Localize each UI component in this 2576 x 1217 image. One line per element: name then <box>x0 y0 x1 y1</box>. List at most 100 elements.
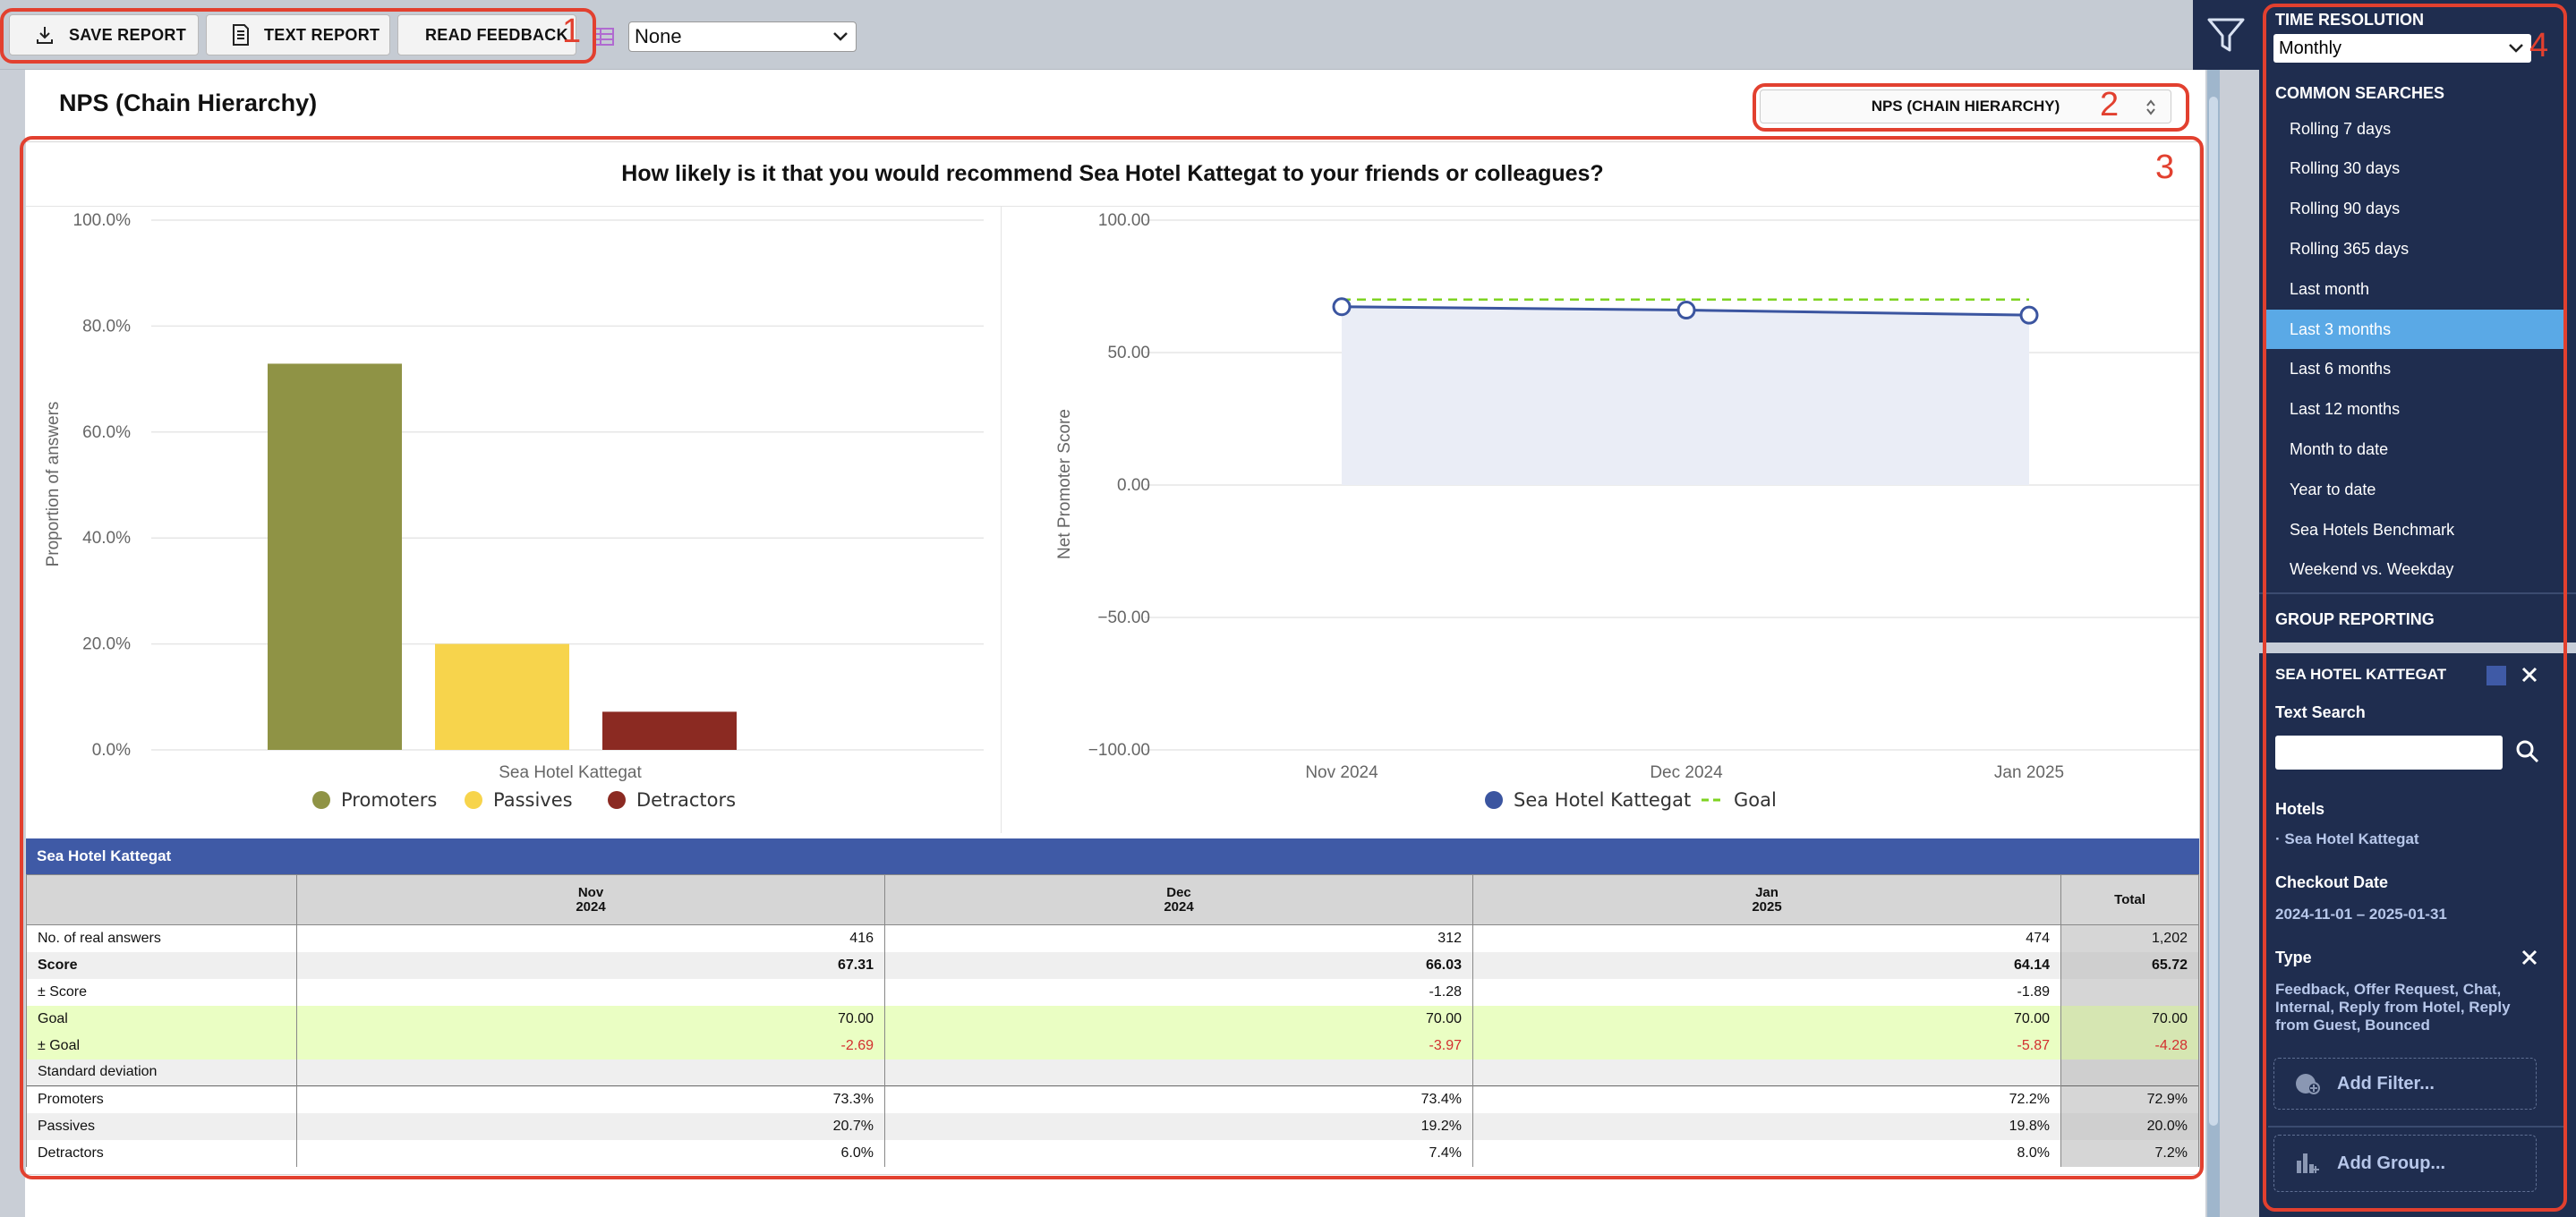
close-icon[interactable] <box>2521 666 2538 684</box>
table-row: Score 67.31 66.03 64.14 65.72 <box>26 951 2199 979</box>
table-cell: -1.28 <box>884 978 1473 1006</box>
legend-label-detractors[interactable]: Detractors <box>636 789 736 811</box>
table-cell: 6.0% <box>296 1139 885 1167</box>
annotation-number-1: 1 <box>562 13 582 50</box>
legend-marker-passives <box>465 791 482 809</box>
question-title: How likely is it that you would recommen… <box>26 142 2199 207</box>
annotation-number-2: 2 <box>2100 86 2120 123</box>
table-cell: 66.03 <box>884 951 1473 979</box>
text-report-button[interactable]: TEXT REPORT <box>206 14 390 55</box>
time-resolution-heading: TIME RESOLUTION <box>2275 11 2424 29</box>
header-col-dec: Dec 2024 <box>884 874 1473 925</box>
total-cell: -4.28 <box>2060 1032 2199 1060</box>
nps-panel: How likely is it that you would recommen… <box>25 141 2200 1175</box>
legend-label-promoters[interactable]: Promoters <box>341 789 437 811</box>
group-color-swatch[interactable] <box>2486 666 2506 685</box>
row-label: Detractors <box>26 1139 297 1167</box>
x-tick-label: Dec 2024 <box>1650 763 1723 782</box>
table-cell <box>296 1059 885 1086</box>
table-cell: 8.0% <box>1472 1139 2061 1167</box>
bar-passives <box>435 643 569 750</box>
data-point[interactable] <box>1676 301 1696 320</box>
data-point[interactable] <box>2019 305 2039 325</box>
legend-label-sea-hotel-kattegat[interactable]: Sea Hotel Kattegat <box>1514 789 1691 811</box>
table-row: ± Goal -2.69 -3.97 -5.87 -4.28 <box>26 1032 2199 1060</box>
table-cell: 19.2% <box>884 1112 1473 1140</box>
y-tick-label: −50.00 <box>1097 608 1150 627</box>
hotels-value[interactable]: · Sea Hotel Kattegat <box>2275 830 2419 848</box>
time-resolution-value: Monthly <box>2279 38 2342 58</box>
table-cell: 73.4% <box>884 1085 1473 1113</box>
header-col-nov: Nov 2024 <box>296 874 885 925</box>
resize-handle[interactable] <box>2259 643 2576 653</box>
header-label-cell <box>26 874 297 925</box>
row-label: No. of real answers <box>26 924 297 952</box>
document-icon <box>233 24 249 46</box>
divider <box>2259 592 2576 594</box>
data-table: Nov 2024 Dec 2024 Jan 2025 Total No. of rea… <box>26 874 2199 1167</box>
total-cell: 7.2% <box>2060 1139 2199 1167</box>
data-point[interactable] <box>1332 297 1352 317</box>
type-value-line-3[interactable]: from Guest, Bounced <box>2275 1017 2430 1034</box>
common-search-item[interactable]: Year to date <box>2265 470 2565 509</box>
filter-toggle[interactable] <box>2193 0 2259 70</box>
table-cell: 70.00 <box>884 1005 1473 1033</box>
common-search-item[interactable]: Month to date <box>2265 430 2565 469</box>
legend-label-passives[interactable]: Passives <box>493 789 573 811</box>
color-scheme-icon <box>594 28 614 46</box>
filter-sidebar: TIME RESOLUTION Monthly COMMON SEARCHES … <box>2259 0 2576 1217</box>
type-value-line-1[interactable]: Feedback, Offer Request, Chat, <box>2275 981 2501 999</box>
read-feedback-button[interactable]: READ FEEDBACK <box>397 14 576 55</box>
table-cell <box>1472 1059 2061 1086</box>
add-filter-button[interactable]: Add Filter... <box>2273 1058 2537 1110</box>
common-search-item[interactable]: Last month <box>2265 269 2565 309</box>
view-select-value: NPS (CHAIN HIERARCHY) <box>1871 98 2060 115</box>
y-tick-label: 100.00 <box>1098 211 1150 230</box>
bar-chart: 100.0% 80.0% 60.0% 40.0% 20.0% 0.0% Proportio… <box>44 207 1002 833</box>
table-cell: 70.00 <box>296 1005 885 1033</box>
chevron-down-icon <box>833 32 848 41</box>
common-search-item[interactable]: Last 12 months <box>2265 390 2565 430</box>
table-row: Promoters 73.3% 73.4% 72.2% 72.9% <box>26 1085 2199 1113</box>
time-resolution-select[interactable]: Monthly <box>2273 34 2531 63</box>
main-scrollbar[interactable] <box>2207 70 2220 1217</box>
common-search-item[interactable]: Rolling 365 days <box>2265 229 2565 268</box>
table-cell: -1.89 <box>1472 978 2061 1006</box>
y-tick-label: 60.0% <box>82 423 131 442</box>
text-search-input[interactable] <box>2275 736 2503 770</box>
checkout-date-value[interactable]: 2024-11-01 – 2025-01-31 <box>2275 906 2447 923</box>
common-search-item[interactable]: Weekend vs. Weekday <box>2265 550 2565 590</box>
table-cell: 64.14 <box>1472 951 2061 979</box>
line-y-axis-label: Net Promoter Score <box>1055 409 1074 559</box>
common-search-item[interactable]: Rolling 30 days <box>2265 149 2565 189</box>
checkout-date-label: Checkout Date <box>2275 873 2389 891</box>
total-cell: 20.0% <box>2060 1112 2199 1140</box>
color-scheme-select[interactable]: None <box>628 21 857 52</box>
legend-label-goal[interactable]: Goal <box>1734 789 1777 811</box>
common-search-item[interactable]: Last 3 months <box>2265 310 2565 349</box>
row-label: Goal <box>26 1005 297 1033</box>
common-search-item[interactable]: Sea Hotels Benchmark <box>2265 510 2565 549</box>
filter-icon <box>2207 18 2245 52</box>
table-cell: 72.2% <box>1472 1085 2061 1113</box>
table-cell: -5.87 <box>1472 1032 2061 1060</box>
common-searches-heading: COMMON SEARCHES <box>2275 84 2445 102</box>
row-label: Passives <box>26 1112 297 1140</box>
common-search-item[interactable]: Rolling 90 days <box>2265 190 2565 229</box>
add-group-button[interactable]: Add Group... <box>2273 1135 2537 1192</box>
series-area <box>1342 306 2029 485</box>
download-icon <box>37 27 53 44</box>
total-cell: 70.00 <box>2060 1005 2199 1033</box>
y-tick-label: 0.0% <box>92 741 131 760</box>
annotation-number-3: 3 <box>2155 149 2175 186</box>
common-search-item[interactable]: Last 6 months <box>2265 350 2565 389</box>
type-value-line-2[interactable]: Internal, Reply from Hotel, Reply <box>2275 999 2511 1017</box>
scrollbar-thumb[interactable] <box>2209 97 2218 1126</box>
x-tick-label: Nov 2024 <box>1305 763 1378 782</box>
close-icon[interactable] <box>2521 949 2538 966</box>
group-name: SEA HOTEL KATTEGAT <box>2275 666 2447 683</box>
search-icon[interactable] <box>2515 739 2540 764</box>
common-search-item[interactable]: Rolling 7 days <box>2265 109 2565 149</box>
save-report-button[interactable]: SAVE REPORT <box>9 14 199 55</box>
y-tick-label: 40.0% <box>82 529 131 548</box>
